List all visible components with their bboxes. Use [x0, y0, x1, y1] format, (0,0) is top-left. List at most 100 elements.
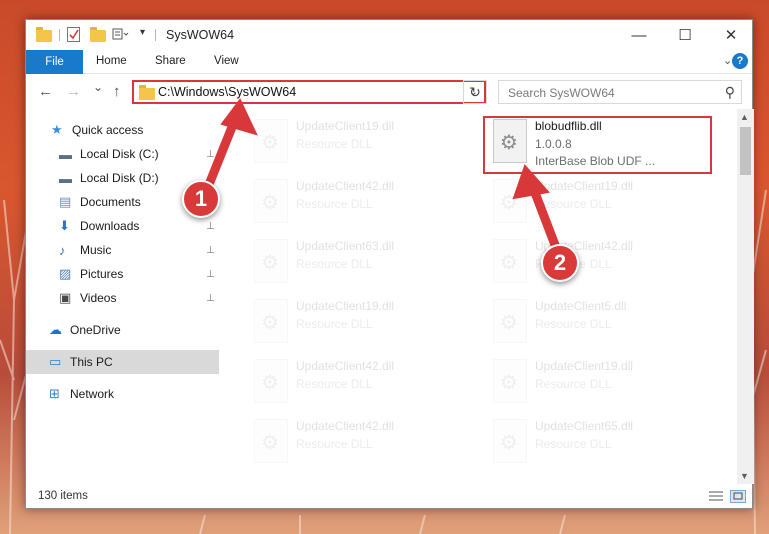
file-item[interactable]: UpdateClient19.dll Resource DLL [246, 113, 476, 173]
star-icon: ★ [51, 122, 63, 137]
tab-file[interactable]: File [26, 50, 83, 74]
music-icon: ♪ [59, 242, 66, 258]
file-item[interactable]: UpdateClient42.dllResource DLL [485, 233, 715, 293]
back-button[interactable]: ← [38, 83, 53, 100]
scroll-up-arrow[interactable]: ▲ [740, 112, 749, 122]
sidebar-item-quick-access[interactable]: ★ Quick access [26, 118, 219, 142]
tab-share[interactable]: Share [155, 55, 186, 67]
download-icon: ⬇ [59, 218, 70, 233]
sidebar-item-label: Music [80, 243, 112, 257]
highlight-box [483, 116, 712, 174]
ribbon-tabs: File Home Share View ⌄ ? [26, 50, 752, 74]
file-item[interactable]: UpdateClient65.dll Resource DLL [485, 413, 715, 473]
file-name: UpdateClient19.dll [535, 359, 634, 373]
sidebar-item-pictures[interactable]: ▨ Pictures ⊥ [26, 262, 219, 286]
sidebar-item-local-disk-c[interactable]: ▬ Local Disk (C:) ⊥ [26, 142, 219, 166]
scroll-down-arrow[interactable]: ▼ [740, 471, 749, 481]
file-item[interactable]: UpdateClient19.dll Resource DLL [485, 173, 715, 233]
network-icon: ⊞ [49, 386, 60, 401]
file-name: UpdateClient63.dll [296, 239, 395, 253]
file-item[interactable]: UpdateClient19.dll Resource DLL [485, 353, 715, 413]
address-path: C:\Windows\SysWOW64 [158, 85, 297, 99]
dll-file-icon [254, 239, 288, 283]
help-icon[interactable]: ? [732, 53, 748, 69]
dll-file-icon [254, 359, 288, 403]
tab-view[interactable]: View [214, 55, 239, 67]
explorer-window: ▾ SysWOW64 — ☐ ✕ File Home Share View ⌄ … [25, 19, 754, 509]
search-box[interactable]: Search SysWOW64 ⚲ [498, 80, 742, 104]
refresh-button[interactable]: ↻ [463, 80, 487, 104]
sidebar-item-label: Local Disk (C:) [80, 147, 159, 161]
file-type: Resource DLL [296, 257, 373, 271]
forward-button[interactable]: → [66, 83, 81, 100]
sidebar-item-label: This PC [70, 355, 113, 369]
dll-file-icon [254, 299, 288, 343]
sidebar-item-network[interactable]: ⊞ Network [26, 382, 219, 406]
file-item[interactable]: UpdateClient42.dll Resource DLL [246, 413, 476, 473]
navigation-pane: ★ Quick access ▬ Local Disk (C:) ⊥ ▬ Local Dis… [26, 112, 221, 484]
dll-file-icon [493, 239, 527, 283]
customize-toolbar-icon[interactable]: ▾ [140, 27, 156, 41]
tab-home[interactable]: Home [96, 55, 127, 67]
sidebar-item-label: Local Disk (D:) [80, 171, 159, 185]
address-bar[interactable]: C:\Windows\SysWOW64 ⌄ [132, 80, 486, 104]
file-name: UpdateClient42.dll [296, 179, 395, 193]
callout-2: 2 [541, 244, 579, 282]
search-icon: ⚲ [724, 84, 735, 100]
close-button[interactable]: ✕ [708, 20, 754, 50]
ribbon-collapse-icon[interactable]: ⌄ [723, 54, 732, 67]
dll-file-icon [254, 179, 288, 223]
drive-icon: ▬ [59, 170, 72, 186]
scroll-thumb[interactable] [740, 127, 751, 175]
maximize-button[interactable]: ☐ [662, 20, 708, 50]
file-name: UpdateClient19.dll [296, 299, 395, 313]
file-type: Resource DLL [296, 137, 373, 151]
large-icons-view-icon[interactable] [730, 490, 746, 503]
sidebar-item-label: OneDrive [70, 323, 121, 337]
file-name: UpdateClient19.dll [535, 179, 634, 193]
sidebar-item-label: Downloads [80, 219, 140, 233]
minimize-button[interactable]: — [616, 20, 662, 50]
up-button[interactable]: ↑ [113, 83, 121, 100]
file-type: Resource DLL [535, 317, 612, 331]
recent-locations-button[interactable]: ⌄ [93, 80, 103, 94]
title-divider [155, 29, 156, 41]
sidebar-item-this-pc[interactable]: ▭ This PC [26, 350, 219, 374]
documents-icon: ▤ [59, 194, 72, 209]
callout-1: 1 [182, 180, 220, 218]
details-view-icon[interactable] [708, 490, 724, 503]
file-item[interactable]: UpdateClient42.dll Resource DLL [246, 173, 476, 233]
pin-icon: ⊥ [206, 268, 215, 280]
sidebar-item-music[interactable]: ♪ Music ⊥ [26, 238, 219, 262]
file-item[interactable]: UpdateClient19.dll Resource DLL [246, 293, 476, 353]
file-item[interactable]: UpdateClient5.dll Resource DLL [485, 293, 715, 353]
pictures-icon: ▨ [59, 266, 72, 281]
file-item[interactable]: UpdateClient63.dll Resource DLL [246, 233, 476, 293]
videos-icon: ▣ [59, 290, 72, 305]
properties-icon[interactable] [67, 27, 80, 42]
file-type: Resource DLL [296, 197, 373, 211]
sidebar-item-videos[interactable]: ▣ Videos ⊥ [26, 286, 219, 310]
file-name: UpdateClient42.dll [296, 419, 395, 433]
file-item[interactable]: UpdateClient42.dllResource DLL [246, 353, 476, 413]
vertical-scrollbar[interactable]: ▲ ▼ [737, 109, 754, 484]
sidebar-item-label: Quick access [72, 123, 144, 137]
dll-file-icon [493, 359, 527, 403]
file-type: Resource DLL [296, 437, 373, 451]
file-name: UpdateClient5.dll [535, 299, 627, 313]
file-type: Resource DLL [535, 377, 612, 391]
rename-icon[interactable] [112, 27, 129, 41]
pin-icon: ⊥ [206, 220, 215, 232]
folder-icon [139, 85, 155, 100]
navigation-bar: ← → ⌄ ↑ C:\Windows\SysWOW64 ⌄ ↻ Search S… [26, 75, 752, 109]
sidebar-item-label: Videos [80, 291, 117, 305]
drive-icon: ▬ [59, 146, 72, 162]
sidebar-item-onedrive[interactable]: ☁ OneDrive [26, 318, 219, 342]
new-folder-icon[interactable] [90, 27, 106, 42]
file-name: UpdateClient65.dll [535, 419, 634, 433]
file-type: Resource DLL [535, 437, 612, 451]
sidebar-item-label: Network [70, 387, 115, 401]
sidebar-item-downloads[interactable]: ⬇ Downloads ⊥ [26, 214, 219, 238]
search-input[interactable]: Search SysWOW64 [508, 86, 615, 100]
file-name: UpdateClient19.dll [296, 119, 395, 133]
